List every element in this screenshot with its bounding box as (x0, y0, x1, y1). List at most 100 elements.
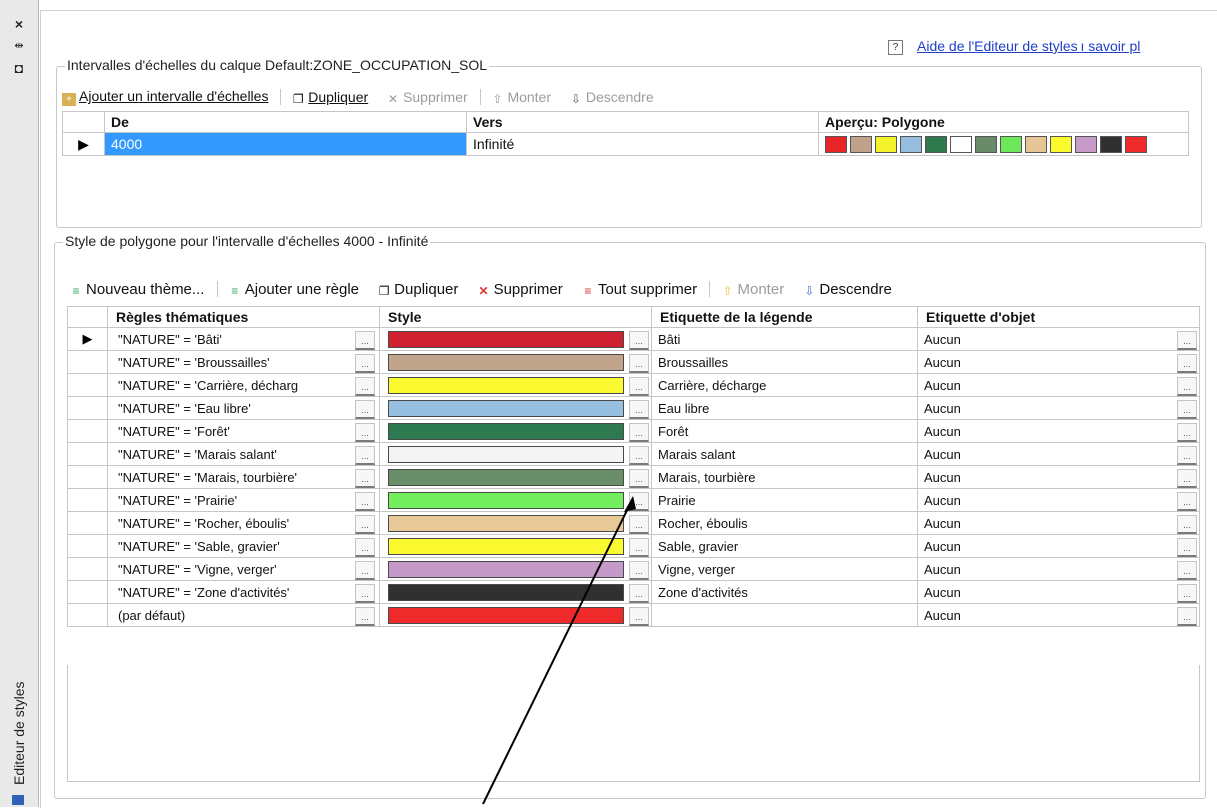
rule-cell[interactable]: "NATURE" = 'Zone d'activités'... (107, 580, 380, 604)
row-selector[interactable]: ▶ (67, 327, 108, 351)
panel-icon[interactable]: ◘ (8, 58, 30, 78)
object-label-edit-button[interactable]: ... (1177, 377, 1197, 396)
style-cell[interactable]: ... (379, 350, 652, 374)
legend-cell[interactable]: Zone d'activités (651, 580, 918, 604)
row-selector-icon[interactable]: ▶ (62, 132, 105, 156)
legend-cell[interactable]: Eau libre (651, 396, 918, 420)
column-header-rules[interactable]: Règles thématiques (107, 306, 380, 328)
row-selector[interactable] (67, 350, 108, 374)
rule-edit-button[interactable]: ... (355, 561, 375, 580)
style-cell[interactable]: ... (379, 534, 652, 558)
row-selector[interactable] (67, 396, 108, 420)
rule-cell[interactable]: "NATURE" = 'Prairie'... (107, 488, 380, 512)
style-edit-button[interactable]: ... (629, 331, 649, 350)
rule-cell[interactable]: "NATURE" = 'Vigne, verger'... (107, 557, 380, 581)
style-color-bar[interactable] (388, 492, 624, 509)
row-selector[interactable] (67, 465, 108, 489)
rule-edit-button[interactable]: ... (355, 331, 375, 350)
rule-cell[interactable]: "NATURE" = 'Marais salant'... (107, 442, 380, 466)
move-up-range-button[interactable]: ⇧ Monter (490, 89, 551, 106)
table-row[interactable]: "NATURE" = 'Rocher, éboulis'...... Rocher… (67, 511, 1200, 535)
row-selector[interactable] (67, 442, 108, 466)
rule-edit-button[interactable]: ... (355, 538, 375, 557)
move-down-range-button[interactable]: ⇩ Descendre (569, 89, 654, 106)
style-color-bar[interactable] (388, 584, 624, 601)
rule-edit-button[interactable]: ... (355, 469, 375, 488)
duplicate-range-button[interactable]: ❐ Dupliquer (291, 89, 368, 106)
style-color-bar[interactable] (388, 561, 624, 578)
legend-cell[interactable] (651, 603, 918, 627)
style-color-bar[interactable] (388, 538, 624, 555)
style-cell[interactable]: ... (379, 396, 652, 420)
object-label-cell[interactable]: Aucun... (917, 465, 1200, 489)
close-icon[interactable]: × (8, 14, 30, 34)
object-label-edit-button[interactable]: ... (1177, 492, 1197, 511)
rule-edit-button[interactable]: ... (355, 354, 375, 373)
style-edit-button[interactable]: ... (629, 492, 649, 511)
object-label-edit-button[interactable]: ... (1177, 354, 1197, 373)
column-header-style[interactable]: Style (379, 306, 652, 328)
delete-rule-button[interactable]: ✕ Supprimer (477, 281, 563, 298)
rule-cell[interactable]: "NATURE" = 'Rocher, éboulis'... (107, 511, 380, 535)
style-color-bar[interactable] (388, 446, 624, 463)
table-row[interactable]: "NATURE" = 'Eau libre'...... Eau libre Auc… (67, 396, 1200, 420)
add-range-button[interactable]: + Ajouter un intervalle d'échelles (62, 88, 268, 107)
style-cell[interactable]: ... (379, 442, 652, 466)
style-color-bar[interactable] (388, 469, 624, 486)
legend-cell[interactable]: Prairie (651, 488, 918, 512)
style-color-bar[interactable] (388, 354, 624, 371)
column-header-object-label[interactable]: Etiquette d'objet (917, 306, 1200, 328)
style-cell[interactable]: ... (379, 603, 652, 627)
style-color-bar[interactable] (388, 423, 624, 440)
style-cell[interactable]: ... (379, 465, 652, 489)
rule-cell[interactable]: (par défaut)... (107, 603, 380, 627)
column-header-legend[interactable]: Etiquette de la légende (651, 306, 918, 328)
help-icon[interactable]: ? (888, 39, 903, 55)
object-label-edit-button[interactable]: ... (1177, 584, 1197, 603)
legend-cell[interactable]: Rocher, éboulis (651, 511, 918, 535)
style-edit-button[interactable]: ... (629, 377, 649, 396)
style-color-bar[interactable] (388, 515, 624, 532)
style-edit-button[interactable]: ... (629, 446, 649, 465)
style-color-bar[interactable] (388, 607, 624, 624)
rule-cell[interactable]: "NATURE" = 'Carrière, décharg... (107, 373, 380, 397)
rule-edit-button[interactable]: ... (355, 515, 375, 534)
style-edit-button[interactable]: ... (629, 354, 649, 373)
row-selector[interactable] (67, 557, 108, 581)
object-label-edit-button[interactable]: ... (1177, 446, 1197, 465)
style-color-bar[interactable] (388, 400, 624, 417)
legend-cell[interactable]: Carrière, décharge (651, 373, 918, 397)
from-cell[interactable]: 4000 (104, 132, 467, 156)
column-header-to[interactable]: Vers (466, 111, 819, 133)
legend-cell[interactable]: Marais salant (651, 442, 918, 466)
object-label-edit-button[interactable]: ... (1177, 515, 1197, 534)
row-selector[interactable] (67, 534, 108, 558)
legend-cell[interactable]: Bâti (651, 327, 918, 351)
style-cell[interactable]: ... (379, 580, 652, 604)
table-row[interactable]: "NATURE" = 'Marais, tourbière'...... Mara… (67, 465, 1200, 489)
pin-icon[interactable]: ⇹ (8, 36, 30, 56)
rule-edit-button[interactable]: ... (355, 423, 375, 442)
rule-edit-button[interactable]: ... (355, 492, 375, 511)
rule-edit-button[interactable]: ... (355, 607, 375, 626)
style-cell[interactable]: ... (379, 557, 652, 581)
object-label-edit-button[interactable]: ... (1177, 561, 1197, 580)
object-label-cell[interactable]: Aucun... (917, 488, 1200, 512)
table-row[interactable]: "NATURE" = 'Zone d'activités'...... Zone … (67, 580, 1200, 604)
object-label-cell[interactable]: Aucun... (917, 603, 1200, 627)
legend-cell[interactable]: Forêt (651, 419, 918, 443)
object-label-cell[interactable]: Aucun... (917, 442, 1200, 466)
object-label-edit-button[interactable]: ... (1177, 469, 1197, 488)
row-selector[interactable] (67, 580, 108, 604)
legend-cell[interactable]: Vigne, verger (651, 557, 918, 581)
row-selector[interactable] (67, 603, 108, 627)
legend-cell[interactable]: Broussailles (651, 350, 918, 374)
object-label-cell[interactable]: Aucun... (917, 557, 1200, 581)
rule-edit-button[interactable]: ... (355, 446, 375, 465)
style-edit-button[interactable]: ... (629, 561, 649, 580)
object-label-cell[interactable]: Aucun... (917, 419, 1200, 443)
style-edit-button[interactable]: ... (629, 538, 649, 557)
table-row[interactable]: ▶ "NATURE" = 'Bâti'...... Bâti Aucun... (67, 327, 1200, 351)
style-color-bar[interactable] (388, 377, 624, 394)
table-row[interactable]: ▶ 4000 Infinité (62, 132, 1189, 156)
